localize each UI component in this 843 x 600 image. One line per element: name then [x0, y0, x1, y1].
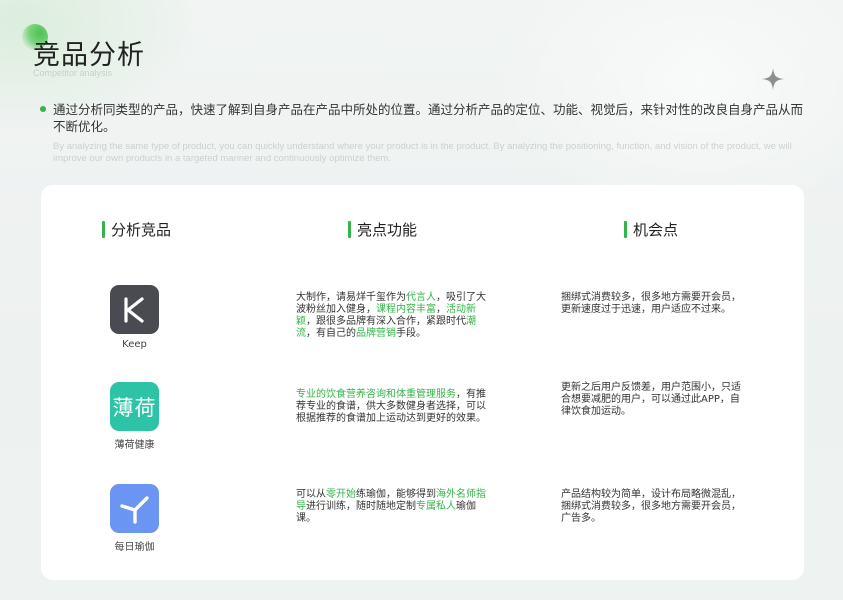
highlight-text: 大制作，请易烊千玺作为代言人，吸引了大波粉丝加入健身，课程内容丰富，活动新颖，跟… — [296, 292, 488, 340]
opportunity-text: 产品结构较为简单，设计布局略微混乱，捆绑式消费较多，很多地方需要开会员，广告多。 — [561, 489, 741, 524]
intro-bullet — [40, 106, 46, 112]
highlight-keyword: 代言人 — [406, 292, 436, 303]
intro-text-en: By analyzing the same type of product, y… — [53, 141, 792, 164]
keep-logo-icon — [110, 285, 159, 334]
app-name: Keep — [122, 339, 147, 350]
highlight-keyword: 专属私人 — [416, 501, 456, 512]
boohee-logo-icon: 薄荷 — [110, 382, 159, 431]
opportunity-text: 更新之后用户反馈差，用户范围小，只适合想要减肥的用户，可以通过此APP，自律饮食… — [561, 382, 741, 417]
highlight-segment: 练瑜伽，能够得到 — [356, 489, 436, 500]
highlight-segment: 进行训练，随时随地定制 — [306, 501, 416, 512]
column-header-label: 机会点 — [633, 220, 679, 239]
keep-k-icon — [123, 296, 144, 323]
app-name: 每日瑜伽 — [114, 542, 155, 553]
highlight-text: 专业的饮食营养咨询和体重管理服务，有推荐专业的食谱，供大多数健身者选择，可以根据… — [296, 389, 488, 425]
highlight-keyword: 课程内容丰富 — [376, 304, 436, 315]
column-header-highlights: 亮点功能 — [348, 219, 417, 239]
column-header-competitor: 分析竞品 — [102, 219, 171, 239]
highlight-segment: ，有自己的 — [306, 328, 356, 339]
header-accent-bar — [624, 220, 627, 238]
page-subtitle: Competitor analysis — [33, 68, 113, 78]
page-title: 竞品分析 — [33, 40, 145, 71]
highlight-text: 可以从零开始练瑜伽，能够得到海外名师指导进行训练，随时随地定制专属私人瑜伽课。 — [296, 489, 488, 525]
column-header-label: 亮点功能 — [357, 220, 418, 239]
yoga-logo-icon — [110, 484, 159, 533]
highlight-segment: 可以从 — [296, 489, 326, 500]
highlight-segment: ，跟很多品牌有深入合作，紧跟时代 — [306, 316, 466, 327]
highlight-keyword: 专业的饮食营养咨询和体重管理服务 — [296, 389, 456, 400]
highlight-keyword: 零开始 — [326, 489, 356, 500]
highlight-segment: 大制作，请易烊千玺作为 — [296, 292, 406, 303]
intro-text-cn: 通过分析同类型的产品，快速了解到自身产品在产品中所处的位置。通过分析产品的定位、… — [53, 102, 804, 134]
column-header-label: 分析竞品 — [111, 220, 172, 239]
header-accent-bar — [348, 220, 351, 238]
yoga-pose-icon — [119, 495, 149, 524]
column-header-opportunities: 机会点 — [624, 219, 678, 239]
sparkle-icon — [762, 68, 784, 90]
highlight-segment: 手段。 — [396, 328, 426, 339]
opportunity-text: 捆绑式消费较多，很多地方需要开会员，更新速度过于迅速，用户适应不过来。 — [561, 292, 741, 315]
highlight-keyword: 品牌营销 — [356, 328, 396, 339]
highlight-segment: ， — [436, 304, 446, 315]
header-accent-bar — [102, 220, 105, 238]
boohee-logo-text: 薄荷 — [112, 395, 157, 420]
app-name: 薄荷健康 — [114, 440, 155, 451]
